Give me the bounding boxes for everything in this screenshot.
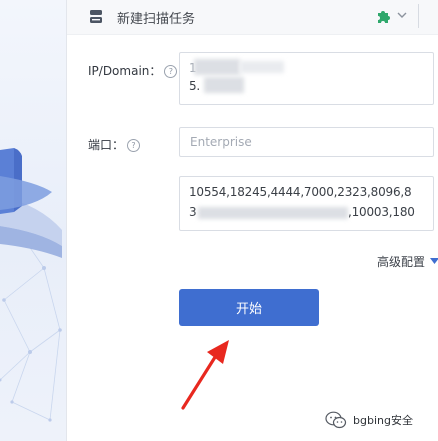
ip-domain-line-2: 5. bbox=[189, 79, 201, 93]
watermark: bgbing安全 bbox=[325, 410, 413, 430]
new-scan-task-dialog: 新建扫描任务 IP/Domain：? 1 5. 端口：? 105 bbox=[66, 0, 438, 441]
dialog-title: 新建扫描任务 bbox=[117, 12, 196, 27]
dialog-titlebar: 新建扫描任务 bbox=[67, 0, 438, 35]
port-list-line-2-start: 3 bbox=[189, 205, 197, 219]
ip-domain-label-group: IP/Domain：? bbox=[88, 62, 178, 79]
port-label-group: 端口：? bbox=[88, 136, 141, 153]
question-circle-icon[interactable]: ? bbox=[127, 139, 141, 152]
annotation-arrow-icon bbox=[181, 340, 229, 410]
caret-down-icon[interactable] bbox=[430, 258, 438, 264]
port-label: 端口： bbox=[88, 138, 125, 152]
redacted-ip-1 bbox=[194, 59, 240, 75]
port-list-line-1: 10554,18245,4444,7000,2323,8096,8 bbox=[189, 185, 412, 199]
redacted-ip-3 bbox=[204, 77, 244, 93]
watermark-text: bgbing安全 bbox=[353, 414, 413, 427]
scanner-icon bbox=[90, 10, 102, 23]
titlebar-divider bbox=[418, 4, 419, 28]
advanced-settings-toggle[interactable]: 高级配置 bbox=[377, 253, 425, 270]
ip-domain-textarea[interactable]: 1 5. bbox=[179, 52, 434, 105]
port-list-textarea[interactable]: 10554,18245,4444,7000,2323,8096,8 3 ,100… bbox=[179, 176, 434, 231]
port-list-line-2-end: ,10003,180 bbox=[348, 205, 415, 219]
question-circle-icon[interactable]: ? bbox=[164, 65, 178, 78]
ip-domain-label: IP/Domain： bbox=[88, 64, 162, 78]
background-illustration bbox=[0, 0, 66, 441]
wechat-icon bbox=[325, 411, 347, 429]
port-profile-input[interactable] bbox=[179, 127, 434, 157]
puzzle-icon[interactable] bbox=[375, 8, 391, 24]
redacted-ports bbox=[198, 207, 348, 219]
start-scan-button[interactable]: 开始 bbox=[179, 289, 319, 326]
redacted-ip-2 bbox=[240, 61, 284, 73]
screenshot: 新建扫描任务 IP/Domain：? 1 5. 端口：? 105 bbox=[0, 0, 438, 441]
chevron-down-icon[interactable] bbox=[396, 9, 408, 21]
